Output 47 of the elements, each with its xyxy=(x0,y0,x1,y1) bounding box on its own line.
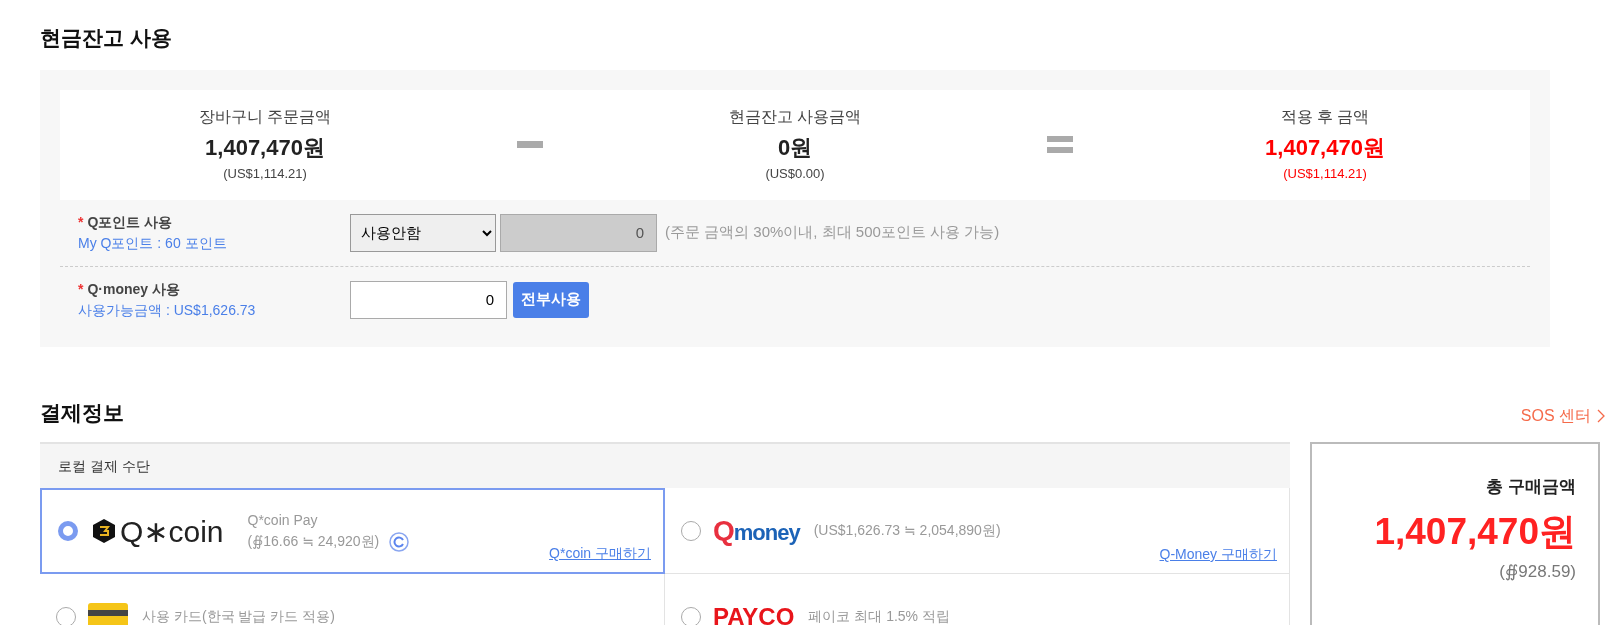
logo-text: Q∗coin xyxy=(120,513,224,550)
radio-button[interactable] xyxy=(56,606,76,625)
hexagon-icon xyxy=(92,518,116,544)
section-title: 결제정보 xyxy=(40,399,124,426)
radio-button[interactable] xyxy=(681,606,701,625)
amount-field[interactable]: 0 xyxy=(350,280,507,319)
usd-value: (US$1,114.21) xyxy=(222,165,308,184)
usd-value: (US$1,114.21) xyxy=(1282,165,1368,184)
radio-button[interactable] xyxy=(681,520,701,541)
chevron-icon xyxy=(1597,409,1605,423)
amount-label: 현금잔고 사용금액 xyxy=(727,107,863,128)
payment-option[interactable]: 사용 카드(한국 발급 카드 적용) xyxy=(40,574,665,625)
method-name: 사용 카드(한국 발급 카드 적용) xyxy=(142,607,335,625)
section-title: 현금잔고 사용 xyxy=(40,25,173,51)
usd-value: (US$0.00) xyxy=(764,165,826,184)
available-points: 사용가능금액 : US$1,626.73 xyxy=(78,300,257,320)
amount-value: 1,407,470원 xyxy=(204,134,326,163)
radio-button[interactable] xyxy=(58,521,78,541)
card-icon xyxy=(88,602,128,625)
purchase-link[interactable]: Q-Money 구매하기 xyxy=(1159,544,1277,565)
use-all-button[interactable]: 전부사용 xyxy=(513,281,589,318)
amount-value: 0원 xyxy=(776,134,814,163)
payment-option[interactable]: Q∗coin Q*coin Pay (∯16.66 ≒ 24,920원) Q*coin 구매하기 xyxy=(40,488,665,574)
field-label: * Q포인트 사용 xyxy=(78,212,174,232)
price-text: (∯16.66 ≒ 24,920원) xyxy=(247,532,380,551)
method-name: Q*coin Pay xyxy=(247,511,319,530)
section-header: 로컬 결제 수단 xyxy=(40,442,1290,488)
method-name: 페이코 최대 1.5% 적립 xyxy=(808,607,950,625)
amount-value: 1,407,470원 xyxy=(1264,134,1386,163)
logo: Qmoney xyxy=(713,513,800,548)
total-label: 총 구매금액 xyxy=(1485,476,1576,498)
equals-icon xyxy=(1047,136,1073,153)
total-sub: (∯928.59) xyxy=(1498,561,1576,583)
total-amount: 1,407,470원 xyxy=(1373,509,1576,554)
available-points: My Q포인트 : 60 포인트 xyxy=(78,233,228,253)
purchase-link[interactable]: Q*coin 구매하기 xyxy=(549,543,651,564)
logo: PAYCO xyxy=(713,601,795,625)
minus-icon xyxy=(517,141,543,148)
hint-text: (주문 금액의 30%이내, 최대 500포인트 사용 가능) xyxy=(665,222,1000,243)
payment-option[interactable]: PAYCO 페이코 최대 1.5% 적립 xyxy=(665,574,1290,625)
payment-option[interactable]: Qmoney (US$1,626.73 ≒ 2,054,890원) Q-Money 구매하기 xyxy=(665,488,1290,574)
price-text: (US$1,626.73 ≒ 2,054,890원) xyxy=(813,521,1001,540)
amount-label: 적용 후 금액 xyxy=(1279,107,1371,128)
refresh-icon[interactable] xyxy=(389,531,410,552)
field-label: * Q·money 사용 xyxy=(78,279,182,299)
amount-label: 장바구니 주문금액 xyxy=(197,107,333,128)
sos-link[interactable]: SOS 센터 xyxy=(1520,404,1591,428)
